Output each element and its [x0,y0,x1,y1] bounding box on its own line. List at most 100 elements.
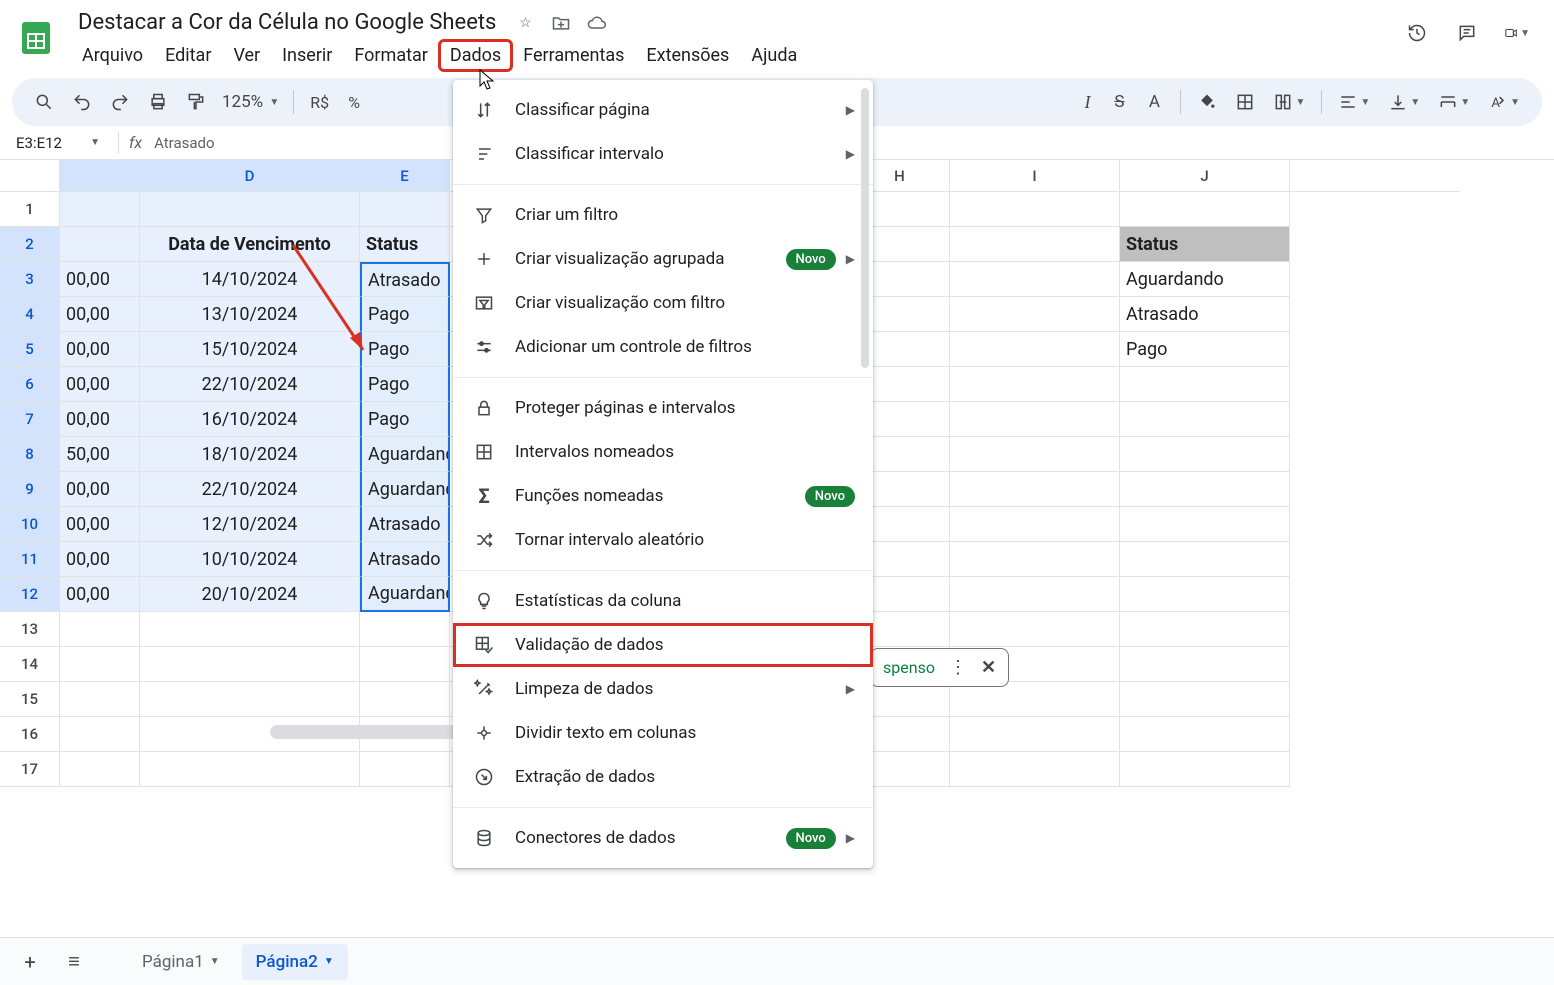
print-icon[interactable] [140,86,176,118]
row-header[interactable]: 5 [0,332,60,367]
row-header[interactable]: 6 [0,367,60,402]
col-header-j[interactable]: J [1120,160,1290,192]
menu-item-conectores-de-dados[interactable]: Conectores de dadosNovo▶ [453,816,873,860]
menu-item-extração-de-dados[interactable]: Extração de dados [453,755,873,799]
menu-item-intervalos-nomeados[interactable]: Intervalos nomeados [453,430,873,474]
bulb-icon [471,591,497,611]
star-icon[interactable]: ☆ [514,12,536,34]
formula-value[interactable]: Atrasado [154,134,214,152]
menu-item-criar-visualização-com-filtro[interactable]: Criar visualização com filtro [453,281,873,325]
menu-formatar[interactable]: Formatar [344,41,438,70]
menu-ver[interactable]: Ver [223,41,270,70]
fx-icon: fx [129,133,142,152]
menu-arquivo[interactable]: Arquivo [72,41,153,70]
meet-icon[interactable]: ▼ [1504,20,1530,46]
menu-item-classificar-intervalo[interactable]: Classificar intervalo▶ [453,132,873,176]
row-header[interactable]: 15 [0,682,60,717]
percent-button[interactable]: % [339,86,369,118]
menu-item-estatísticas-da-coluna[interactable]: Estatísticas da coluna [453,579,873,623]
merge-button[interactable]: ▼ [1265,86,1313,118]
submenu-arrow-icon: ▶ [846,831,855,845]
shuffle-icon [471,530,497,550]
menu-item-proteger-páginas-e-intervalos[interactable]: Proteger páginas e intervalos [453,386,873,430]
move-icon[interactable] [550,12,572,34]
comment-icon[interactable] [1454,20,1480,46]
menu-dados[interactable]: Dados [440,41,511,70]
submenu-arrow-icon: ▶ [846,252,855,266]
close-icon[interactable]: ✕ [981,657,996,678]
search-icon[interactable] [26,86,62,118]
undo-icon[interactable] [64,86,100,118]
row-header[interactable]: 14 [0,647,60,682]
kebab-icon[interactable]: ⋮ [949,657,967,678]
select-all-corner[interactable] [0,160,60,192]
row-header[interactable]: 2 [0,227,60,262]
cell-e2[interactable]: Status [360,227,450,262]
menu-ajuda[interactable]: Ajuda [741,41,807,70]
sheets-logo[interactable] [16,18,56,58]
row-header[interactable]: 3 [0,262,60,297]
add-sheet-button[interactable]: + [12,944,48,980]
valign-button[interactable]: ▼ [1380,86,1428,118]
fill-color-button[interactable] [1189,86,1225,118]
col-header[interactable] [60,160,140,192]
row-header[interactable]: 1 [0,192,60,227]
export-icon [471,767,497,787]
halign-button[interactable]: ▼ [1330,86,1378,118]
menu-item-classificar-página[interactable]: Classificar página▶ [453,88,873,132]
row-header[interactable]: 11 [0,542,60,577]
novo-badge: Novo [786,249,836,270]
menu-item-criar-visualização-agrupada[interactable]: Criar visualização agrupadaNovo▶ [453,237,873,281]
doc-title[interactable]: Destacar a Cor da Célula no Google Sheet… [72,8,502,37]
currency-button[interactable]: R$ [302,86,337,118]
all-sheets-button[interactable]: ≡ [56,944,92,980]
row-header[interactable]: 7 [0,402,60,437]
menu-extensoes[interactable]: Extensões [636,41,739,70]
menu-item-tornar-intervalo-aleatório[interactable]: Tornar intervalo aleatório [453,518,873,562]
tab-pagina1[interactable]: Página1▼ [128,944,234,980]
lock-icon [471,398,497,418]
rotate-button[interactable]: A▼ [1480,86,1528,118]
zoom-select[interactable]: 125% ▼ [216,86,285,118]
strike-button[interactable]: S [1104,86,1134,118]
menu-item-validação-de-dados[interactable]: Validação de dados [453,623,873,667]
menu-item-dividir-texto-em-colunas[interactable]: Dividir texto em colunas [453,711,873,755]
tab-pagina2[interactable]: Página2▼ [242,944,348,980]
menu-ferramentas[interactable]: Ferramentas [513,41,634,70]
row-header[interactable]: 13 [0,612,60,647]
redo-icon[interactable] [102,86,138,118]
menu-inserir[interactable]: Inserir [272,41,342,70]
borders-button[interactable] [1227,86,1263,118]
col-header-d[interactable]: D [140,160,360,192]
col-header-e[interactable]: E [360,160,450,192]
text-color-button[interactable]: A [1136,86,1172,118]
menu-item-limpeza-de-dados[interactable]: Limpeza de dados▶ [453,667,873,711]
sort-range-icon [471,144,497,164]
db-icon [471,828,497,848]
row-header[interactable]: 9 [0,472,60,507]
paint-format-icon[interactable] [178,86,214,118]
menu-item-criar-um-filtro[interactable]: Criar um filtro [453,193,873,237]
row-header[interactable]: 10 [0,507,60,542]
menu-editar[interactable]: Editar [155,41,221,70]
dados-dropdown-menu: Classificar página▶Classificar intervalo… [453,80,873,868]
sort-page-icon [471,100,497,120]
row-header[interactable]: 12 [0,577,60,612]
cell-d2[interactable]: Data de Vencimento [140,227,360,262]
sheet-tabs: + ≡ Página1▼ Página2▼ [0,937,1554,985]
col-header-i[interactable]: I [950,160,1120,192]
name-box[interactable]: E3:E12▼ [8,130,108,156]
cell-j2[interactable]: Status [1120,227,1290,262]
italic-button[interactable]: I [1072,86,1102,118]
menu-item-adicionar-um-controle-de-filtros[interactable]: Adicionar um controle de filtros [453,325,873,369]
dropdown-chip[interactable]: spenso ⋮ ✕ [870,648,1009,687]
history-icon[interactable] [1404,20,1430,46]
cloud-icon[interactable] [586,12,608,34]
row-header[interactable]: 16 [0,717,60,752]
menu-item-funções-nomeadas[interactable]: ΣFunções nomeadasNovo [453,474,873,518]
row-header[interactable]: 4 [0,297,60,332]
row-header[interactable]: 17 [0,752,60,787]
filter-view-icon [471,293,497,313]
wrap-button[interactable]: ▼ [1430,86,1478,118]
row-header[interactable]: 8 [0,437,60,472]
